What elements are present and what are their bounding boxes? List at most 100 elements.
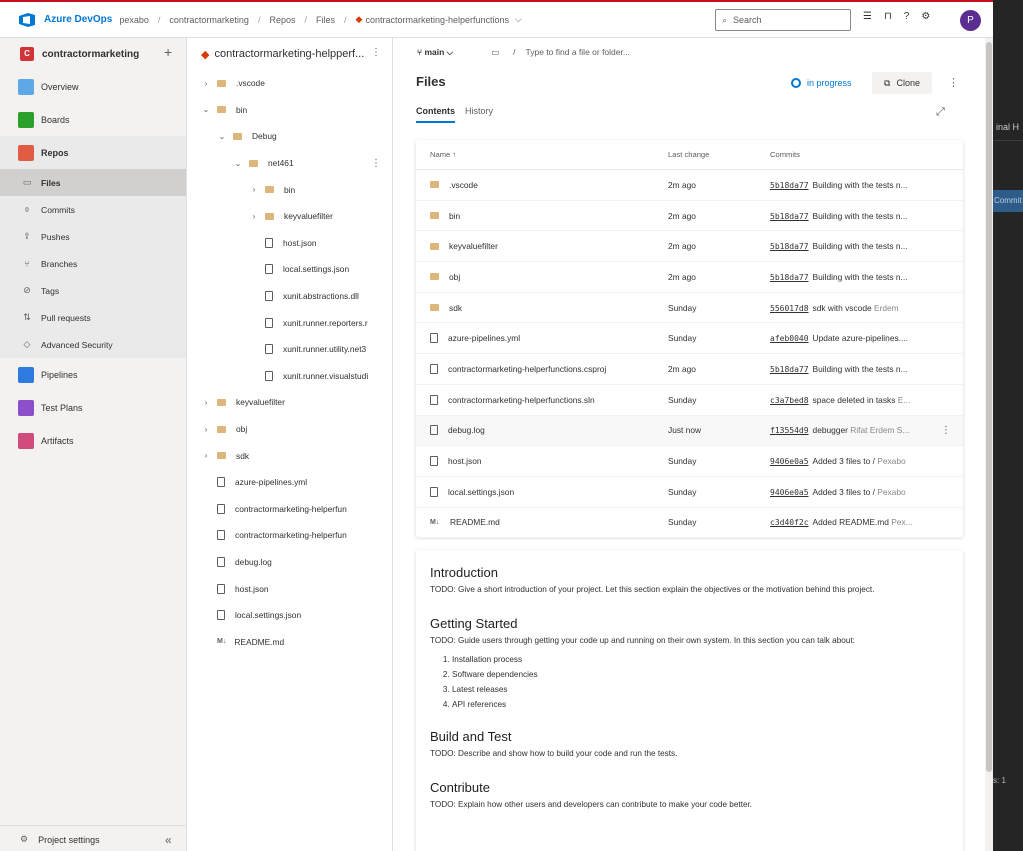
table-row[interactable]: M↓ README.md Sunday c3d40f2c Added README.md… xyxy=(416,508,963,539)
tree-item[interactable]: azure-pipelines.yml xyxy=(187,469,392,496)
file-name[interactable]: host.json xyxy=(448,456,482,466)
more-icon[interactable]: ⋮ xyxy=(371,47,381,58)
commit-hash-link[interactable]: 5b18da77 xyxy=(770,365,809,374)
chevron-down-icon[interactable]: ⌄ xyxy=(233,159,243,168)
sidebar-item-advanced-security[interactable]: ◇ Advanced Security xyxy=(0,331,186,358)
project-selector[interactable]: C contractormarketing + xyxy=(0,38,186,70)
file-name[interactable]: contractormarketing-helperfunctions.cspr… xyxy=(448,364,606,374)
commit-hash-link[interactable]: 9406e0a5 xyxy=(770,457,809,466)
commit-hash-link[interactable]: 5b18da77 xyxy=(770,273,809,282)
chevron-down-icon[interactable]: ⌵ xyxy=(515,14,522,25)
commit-hash-link[interactable]: 556017d8 xyxy=(770,304,809,313)
table-row[interactable]: debug.log Just now f13554d9 debugger Rifat … xyxy=(416,415,963,447)
more-icon[interactable]: ⋮ xyxy=(941,425,951,436)
user-settings-icon[interactable]: ⚙ xyxy=(921,11,930,22)
tree-item[interactable]: › keyvaluefilter xyxy=(187,389,392,416)
commit-hash-link[interactable]: f13554d9 xyxy=(770,426,809,435)
table-row[interactable]: azure-pipelines.yml Sunday afeb0040 Update … xyxy=(416,323,963,355)
tree-item[interactable]: contractormarketing-helperfun xyxy=(187,522,392,549)
commit-hash-link[interactable]: 5b18da77 xyxy=(770,242,809,251)
table-row[interactable]: bin 2m ago 5b18da77 Building with the tests… xyxy=(416,201,963,232)
chevron-right-icon[interactable]: › xyxy=(201,398,211,407)
file-name[interactable]: obj xyxy=(449,272,460,282)
file-name[interactable]: README.md xyxy=(450,517,500,527)
plus-icon[interactable]: + xyxy=(164,44,172,60)
repo-selector[interactable]: ◆ contractormarketing-helpperf... ⋮ xyxy=(187,38,392,70)
file-name[interactable]: .vscode xyxy=(449,180,478,190)
chevron-down-icon[interactable]: ⌄ xyxy=(217,132,227,141)
nav-item-overview[interactable]: Overview xyxy=(0,70,186,103)
task-list-icon[interactable]: ☰ xyxy=(863,11,872,22)
nav-item-artifacts[interactable]: Artifacts xyxy=(0,424,186,457)
chevron-right-icon[interactable]: › xyxy=(249,212,259,221)
azure-devops-logo-icon[interactable] xyxy=(18,12,36,28)
tree-item[interactable]: xunit.abstractions.dll xyxy=(187,283,392,310)
more-actions-icon[interactable]: ⋮ xyxy=(948,76,959,89)
commit-hash-link[interactable]: c3d40f2c xyxy=(770,518,809,527)
page-scrollbar[interactable] xyxy=(985,38,993,851)
tree-item[interactable]: local.settings.json xyxy=(187,256,392,283)
sidebar-item-branches[interactable]: ⑂ Branches xyxy=(0,250,186,277)
tab-contents[interactable]: Contents xyxy=(416,106,455,123)
file-name[interactable]: keyvaluefilter xyxy=(449,241,498,251)
breadcrumb-project[interactable]: contractormarketing xyxy=(169,15,249,25)
chevron-down-icon[interactable]: ⌄ xyxy=(201,105,211,114)
file-name[interactable]: debug.log xyxy=(448,425,485,435)
tree-item[interactable]: › sdk xyxy=(187,442,392,469)
tree-item[interactable]: xunit.runner.reporters.r xyxy=(187,309,392,336)
commit-hash-link[interactable]: 5b18da77 xyxy=(770,212,809,221)
tree-item[interactable]: ⌄ bin xyxy=(187,97,392,124)
table-row[interactable]: contractormarketing-helperfunctions.sln S… xyxy=(416,385,963,416)
breadcrumb-files[interactable]: Files xyxy=(316,15,335,25)
table-row[interactable]: obj 2m ago 5b18da77 Building with the tests… xyxy=(416,262,963,293)
sidebar-item-pushes[interactable]: ⇪ Pushes xyxy=(0,223,186,250)
tree-item[interactable]: › .vscode xyxy=(187,70,392,97)
sidebar-item-commits[interactable]: ⌽ Commits xyxy=(0,196,186,223)
column-name[interactable]: Name ↑ xyxy=(430,150,456,159)
file-name[interactable]: local.settings.json xyxy=(448,487,514,497)
breadcrumb-repos[interactable]: Repos xyxy=(269,15,295,25)
tree-item[interactable]: M↓ README.md xyxy=(187,628,392,655)
avatar[interactable]: P xyxy=(960,10,981,31)
table-row[interactable]: keyvaluefilter 2m ago 5b18da77 Building wit… xyxy=(416,231,963,263)
sidebar-item-pull-requests[interactable]: ⇅ Pull requests xyxy=(0,304,186,331)
commit-hash-link[interactable]: 5b18da77 xyxy=(770,181,809,190)
file-name[interactable]: contractormarketing-helperfunctions.sln xyxy=(448,395,595,405)
tree-item[interactable]: xunit.runner.visualstudi xyxy=(187,363,392,390)
project-settings-button[interactable]: ⚙ Project settings « xyxy=(0,825,187,851)
commit-hash-link[interactable]: afeb0040 xyxy=(770,334,809,343)
tree-item[interactable]: › keyvaluefilter xyxy=(187,203,392,230)
chevron-right-icon[interactable]: › xyxy=(201,425,211,434)
file-name[interactable]: bin xyxy=(449,211,460,221)
expand-icon[interactable]: ⤢ xyxy=(936,106,945,119)
branch-selector[interactable]: ⑂ main ⌵ xyxy=(417,47,453,58)
tree-item[interactable]: ⌄ Debug xyxy=(187,123,392,150)
more-icon[interactable]: ⋮ xyxy=(371,158,381,169)
scrollbar-thumb[interactable] xyxy=(986,42,992,772)
tree-item[interactable]: › bin xyxy=(187,176,392,203)
tree-item[interactable]: contractormarketing-helperfun xyxy=(187,496,392,523)
breadcrumb-repo[interactable]: contractormarketing-helperfunctions xyxy=(365,15,509,25)
nav-item-boards[interactable]: Boards xyxy=(0,103,186,136)
nav-item-test-plans[interactable]: Test Plans xyxy=(0,391,186,424)
commit-hash-link[interactable]: c3a7bed8 xyxy=(770,396,809,405)
status-badge[interactable]: in progress xyxy=(791,78,852,88)
sidebar-item-tags[interactable]: ⊘ Tags xyxy=(0,277,186,304)
search-box[interactable]: ⌕ Search xyxy=(715,9,851,31)
tree-item[interactable]: local.settings.json xyxy=(187,602,392,629)
brand-link[interactable]: Azure DevOps xyxy=(44,14,112,25)
tree-item[interactable]: host.json xyxy=(187,575,392,602)
chevron-right-icon[interactable]: › xyxy=(249,185,259,194)
table-row[interactable]: local.settings.json Sunday 9406e0a5 Added 3… xyxy=(416,477,963,508)
marketplace-bag-icon[interactable]: ⊓ xyxy=(884,11,892,22)
file-name[interactable]: azure-pipelines.yml xyxy=(448,333,520,343)
table-row[interactable]: contractormarketing-helperfunctions.cspr… xyxy=(416,354,963,385)
sidebar-item-files[interactable]: ▭ Files xyxy=(0,169,186,196)
breadcrumb-org[interactable]: pexabo xyxy=(119,15,149,25)
clone-button[interactable]: ⧉ Clone xyxy=(872,72,932,94)
table-row[interactable]: sdk Sunday 556017d8 sdk with vscode Erdem xyxy=(416,293,963,324)
nav-item-repos[interactable]: Repos xyxy=(0,136,186,169)
tree-item[interactable]: xunit.runner.utility.net3 xyxy=(187,336,392,363)
tree-item[interactable]: debug.log xyxy=(187,549,392,576)
commit-hash-link[interactable]: 9406e0a5 xyxy=(770,488,809,497)
